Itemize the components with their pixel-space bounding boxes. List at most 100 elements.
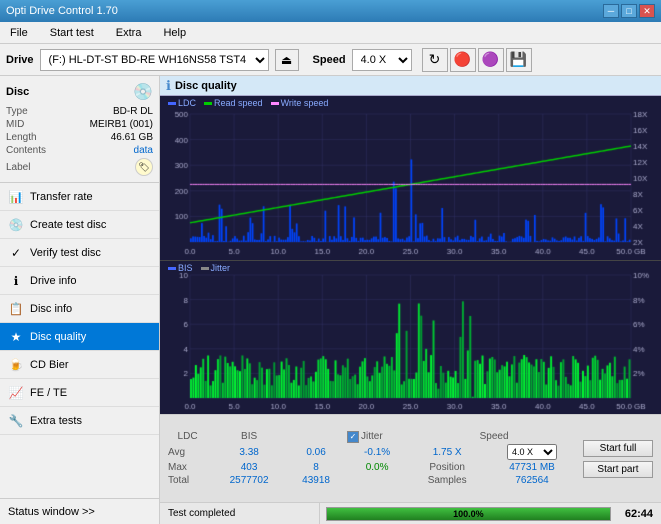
disc-mid-label: MID <box>6 119 24 130</box>
disc-contents-row: Contents data <box>6 145 153 156</box>
menu-file[interactable]: File <box>4 25 34 41</box>
legend-bis-label: BIS <box>178 263 193 273</box>
nav-fe-te[interactable]: 📈 FE / TE <box>0 379 159 407</box>
erase-icon[interactable]: 🟣 <box>478 48 504 72</box>
nav-disc-quality-label: Disc quality <box>30 331 86 343</box>
nav-create-test-disc[interactable]: 💿 Create test disc <box>0 211 159 239</box>
save-icon[interactable]: 💾 <box>506 48 532 72</box>
quality-header-icon: ℹ <box>166 78 171 94</box>
top-chart-canvas <box>160 96 661 260</box>
status-text: Test completed <box>160 503 320 524</box>
nav-verify-test-disc[interactable]: ✓ Verify test disc <box>0 239 159 267</box>
legend-bis-color <box>168 267 176 270</box>
drive-label: Drive <box>6 54 34 66</box>
drive-select[interactable]: (F:) HL-DT-ST BD-RE WH16NS58 TST4 <box>40 49 269 71</box>
burn-icon[interactable]: 🔴 <box>450 48 476 72</box>
disc-label-row: Label 🏷 <box>6 158 153 176</box>
stats-total-ldc: 2577702 <box>211 474 287 487</box>
toolbar-icons: ↻ 🔴 🟣 💾 <box>422 48 532 72</box>
nav-disc-quality[interactable]: ★ Disc quality <box>0 323 159 351</box>
maximize-button[interactable]: □ <box>621 4 637 18</box>
nav-drive-info[interactable]: ℹ Drive info <box>0 267 159 295</box>
jitter-label: Jitter <box>361 431 383 442</box>
menu-start-test[interactable]: Start test <box>44 25 100 41</box>
nav-transfer-rate-label: Transfer rate <box>30 191 93 203</box>
legend-write-speed-label: Write speed <box>281 98 329 108</box>
stats-total-bis: 43918 <box>287 474 345 487</box>
stats-row-label-avg: Avg <box>164 443 211 461</box>
action-buttons: Start full Start part <box>579 436 657 482</box>
app-title: Opti Drive Control 1.70 <box>6 5 118 17</box>
nav-transfer-rate[interactable]: 📊 Transfer rate <box>0 183 159 211</box>
nav-cd-bier[interactable]: 🍺 CD Bier <box>0 351 159 379</box>
menu-extra[interactable]: Extra <box>110 25 148 41</box>
stats-max-ldc: 403 <box>211 461 287 474</box>
refresh-icon[interactable]: ↻ <box>422 48 448 72</box>
disc-label-icon[interactable]: 🏷 <box>135 158 153 176</box>
disc-mid-row: MID MEIRB1 (001) <box>6 119 153 130</box>
stats-jitter-checkbox[interactable]: ✓ Jitter <box>345 430 409 443</box>
nav-disc-info[interactable]: 📋 Disc info <box>0 295 159 323</box>
transfer-rate-icon: 📊 <box>8 189 24 205</box>
disc-type-label: Type <box>6 106 28 117</box>
disc-type-value: BD-R DL <box>113 106 153 117</box>
stats-max-bis: 8 <box>287 461 345 474</box>
stats-avg-jitter: -0.1% <box>345 443 409 461</box>
stats-header-bis: BIS <box>211 430 287 443</box>
status-window-item[interactable]: Status window >> <box>0 498 159 524</box>
nav-disc-info-label: Disc info <box>30 303 72 315</box>
menu-help[interactable]: Help <box>157 25 192 41</box>
stats-speed-select-cell[interactable]: 4.0 X <box>485 443 579 461</box>
disc-contents-value: data <box>134 145 153 156</box>
menubar: File Start test Extra Help <box>0 22 661 44</box>
titlebar: Opti Drive Control 1.70 ─ □ ✕ <box>0 0 661 22</box>
progress-container: 100.0% <box>320 503 617 524</box>
stats-header-spacer <box>287 430 345 443</box>
disc-length-row: Length 46.61 GB <box>6 132 153 143</box>
sidebar: Disc 💿 Type BD-R DL MID MEIRB1 (001) Len… <box>0 76 160 524</box>
speed-select[interactable]: 4.0 X <box>352 49 412 71</box>
disc-mid-value: MEIRB1 (001) <box>90 119 153 130</box>
legend-read-speed-color <box>204 102 212 105</box>
legend-write-speed-color <box>271 102 279 105</box>
start-part-button[interactable]: Start part <box>583 461 653 478</box>
extra-tests-icon: 🔧 <box>8 413 24 429</box>
stats-avg-bis: 0.06 <box>287 443 345 461</box>
chart-bottom: BIS Jitter <box>160 261 661 414</box>
disc-info-icon: 📋 <box>8 301 24 317</box>
disc-icon: 💿 <box>133 82 153 102</box>
start-full-button[interactable]: Start full <box>583 440 653 457</box>
bottom-bar: Test completed 100.0% 62:44 <box>160 502 661 524</box>
legend-ldc-label: LDC <box>178 98 196 108</box>
disc-length-label: Length <box>6 132 37 143</box>
stats-speed-current: 1.75 X <box>409 443 485 461</box>
disc-header: Disc 💿 <box>6 82 153 102</box>
window-controls: ─ □ ✕ <box>603 4 655 18</box>
drivebar: Drive (F:) HL-DT-ST BD-RE WH16NS58 TST4 … <box>0 44 661 76</box>
disc-quality-icon: ★ <box>8 329 24 345</box>
stats-speed-select[interactable]: 4.0 X <box>507 444 557 460</box>
legend-read-speed-label: Read speed <box>214 98 263 108</box>
minimize-button[interactable]: ─ <box>603 4 619 18</box>
nav-extra-tests[interactable]: 🔧 Extra tests <box>0 407 159 435</box>
disc-label-label: Label <box>6 162 30 173</box>
eject-button[interactable]: ⏏ <box>275 49 299 71</box>
content-area: ℹ Disc quality LDC Read speed <box>160 76 661 524</box>
legend-jitter: Jitter <box>201 263 231 273</box>
stats-samples-value: 762564 <box>485 474 579 487</box>
stats-bar: LDC BIS ✓ Jitter Speed Avg 3. <box>160 414 661 502</box>
nav-items: 📊 Transfer rate 💿 Create test disc ✓ Ver… <box>0 183 159 498</box>
disc-length-value: 46.61 GB <box>111 132 153 143</box>
stats-max-jitter: 0.0% <box>345 461 409 474</box>
jitter-checkbox[interactable]: ✓ <box>347 431 359 443</box>
bottom-chart-canvas <box>160 261 661 414</box>
fe-te-icon: 📈 <box>8 385 24 401</box>
legend-jitter-label: Jitter <box>211 263 231 273</box>
close-button[interactable]: ✕ <box>639 4 655 18</box>
disc-panel: Disc 💿 Type BD-R DL MID MEIRB1 (001) Len… <box>0 76 159 183</box>
nav-verify-test-disc-label: Verify test disc <box>30 247 101 259</box>
stats-position-value: 47731 MB <box>485 461 579 474</box>
main-container: Disc 💿 Type BD-R DL MID MEIRB1 (001) Len… <box>0 76 661 524</box>
progress-bar: 100.0% <box>326 507 611 521</box>
disc-section-title: Disc <box>6 86 29 98</box>
